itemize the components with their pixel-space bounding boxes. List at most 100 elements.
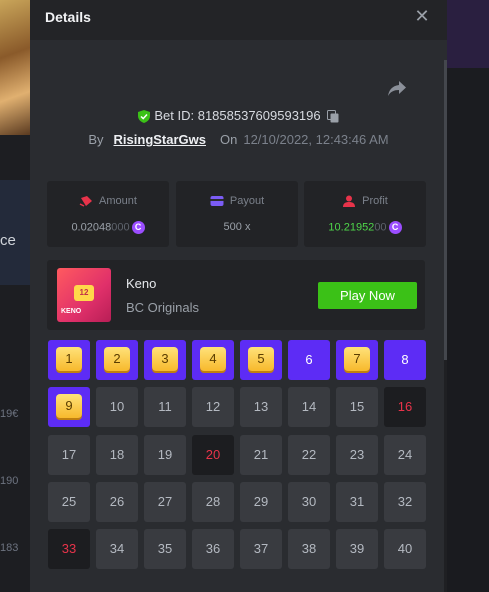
game-card: 12 KENO Keno BC Originals Play Now — [47, 260, 425, 330]
background-row-value: 19€ — [0, 408, 19, 420]
cell-number: 10 — [109, 399, 125, 414]
cell-number: 23 — [349, 447, 365, 462]
keno-cell-1: 1 — [48, 340, 90, 380]
amount-value-zeros: 000 — [111, 221, 130, 234]
keno-cell-23: 23 — [336, 435, 378, 475]
details-modal: Details ✕ Bet ID: 818585376095931​96 By R… — [30, 0, 447, 592]
payout-stat: Payout 500 x — [176, 181, 298, 247]
cell-number: 18 — [109, 447, 125, 462]
keno-cell-39: 39 — [336, 529, 378, 569]
cell-number: 19 — [157, 447, 173, 462]
cell-number: 39 — [349, 541, 365, 556]
cell-number: 37 — [253, 541, 269, 556]
keno-cell-38: 38 — [288, 529, 330, 569]
keno-cell-29: 29 — [240, 482, 282, 522]
keno-thumb-label: KENO — [61, 308, 82, 315]
coin-icon: C — [131, 221, 145, 234]
cell-number: 21 — [253, 447, 269, 462]
by-label: By — [88, 132, 104, 147]
amount-value: 0.02048 — [71, 221, 112, 234]
game-provider: BC Originals — [126, 300, 199, 315]
background-right-header — [447, 0, 489, 68]
profit-user-icon — [343, 195, 356, 208]
shield-check-icon — [138, 110, 151, 124]
cell-number: 20 — [205, 447, 221, 462]
bet-author-line: By RisingStarGws On 12/10/2022, 12:43:46 AM — [30, 132, 447, 147]
cell-number: 35 — [157, 541, 173, 556]
scrollbar-thumb[interactable] — [444, 60, 447, 360]
modal-title: Details — [45, 9, 91, 25]
gem-number: 3 — [152, 347, 178, 371]
cell-number: 22 — [301, 447, 317, 462]
keno-cell-26: 26 — [96, 482, 138, 522]
keno-cell-37: 37 — [240, 529, 282, 569]
gem-number: 5 — [248, 347, 274, 371]
copy-icon[interactable] — [326, 110, 339, 123]
close-icon[interactable]: ✕ — [413, 6, 431, 26]
amount-label: Amount — [99, 195, 137, 207]
profit-value-zeros: 00 — [374, 221, 387, 234]
payout-label: Payout — [229, 195, 265, 207]
keno-cell-20: 20 — [192, 435, 234, 475]
bet-id: Bet ID: 818585376095931​96 — [154, 108, 321, 123]
background-row-value: 183 — [0, 542, 19, 554]
keno-cell-24: 24 — [384, 435, 426, 475]
keno-cell-31: 31 — [336, 482, 378, 522]
background-row-value: 190 — [0, 475, 19, 487]
cell-number: 26 — [109, 494, 125, 509]
gem-number: 1 — [56, 347, 82, 371]
cell-number: 17 — [61, 447, 77, 462]
amount-stat: Amount 0.02048000 C — [47, 181, 169, 247]
cell-number: 14 — [301, 399, 317, 414]
background-game-image — [0, 0, 30, 135]
keno-cell-25: 25 — [48, 482, 90, 522]
cell-number: 13 — [253, 399, 269, 414]
keno-cell-13: 13 — [240, 387, 282, 427]
wallet-icon — [210, 196, 224, 207]
on-label: On — [220, 132, 238, 147]
share-icon[interactable] — [387, 80, 407, 98]
payout-value: 500 x — [223, 221, 251, 233]
amount-label-row: Amount — [47, 195, 169, 207]
keno-cell-3: 3 — [144, 340, 186, 380]
modal-scrollbar[interactable] — [444, 60, 447, 592]
cell-number: 33 — [61, 541, 77, 556]
keno-cell-6: 6 — [288, 340, 330, 380]
keno-cell-4: 4 — [192, 340, 234, 380]
cell-number: 15 — [349, 399, 365, 414]
cell-number: 32 — [397, 494, 413, 509]
background-partial-label: ce — [0, 232, 16, 249]
keno-cell-11: 11 — [144, 387, 186, 427]
keno-cell-9: 9 — [48, 387, 90, 427]
cell-number: 38 — [301, 541, 317, 556]
cell-number: 24 — [397, 447, 413, 462]
cell-number: 29 — [253, 494, 269, 509]
keno-cell-33: 33 — [48, 529, 90, 569]
profit-stat: Profit 10.2195200 C — [304, 181, 426, 247]
keno-cell-35: 35 — [144, 529, 186, 569]
gem-number: 4 — [200, 347, 226, 371]
cell-number: 6 — [305, 352, 313, 367]
keno-cell-18: 18 — [96, 435, 138, 475]
keno-cell-5: 5 — [240, 340, 282, 380]
bet-id-line: Bet ID: 818585376095931​96 — [30, 108, 447, 124]
keno-cell-19: 19 — [144, 435, 186, 475]
coin-icon: C — [388, 221, 402, 234]
play-now-button[interactable]: Play Now — [318, 282, 417, 309]
cell-number: 28 — [205, 494, 221, 509]
keno-cell-2: 2 — [96, 340, 138, 380]
keno-thumbnail[interactable]: 12 KENO — [57, 268, 111, 322]
gem-number: 9 — [56, 394, 82, 418]
gem-number: 2 — [104, 347, 130, 371]
keno-cell-16: 16 — [384, 387, 426, 427]
profit-value: 10.21952 — [328, 221, 375, 234]
payout-label-row: Payout — [176, 195, 298, 207]
cell-number: 30 — [301, 494, 317, 509]
keno-cell-10: 10 — [96, 387, 138, 427]
cell-number: 16 — [397, 399, 413, 414]
keno-cell-30: 30 — [288, 482, 330, 522]
amount-value-row: 0.02048000 C — [47, 221, 169, 234]
username-link[interactable]: RisingStarGws — [114, 132, 206, 147]
cell-number: 34 — [109, 541, 125, 556]
keno-cell-40: 40 — [384, 529, 426, 569]
